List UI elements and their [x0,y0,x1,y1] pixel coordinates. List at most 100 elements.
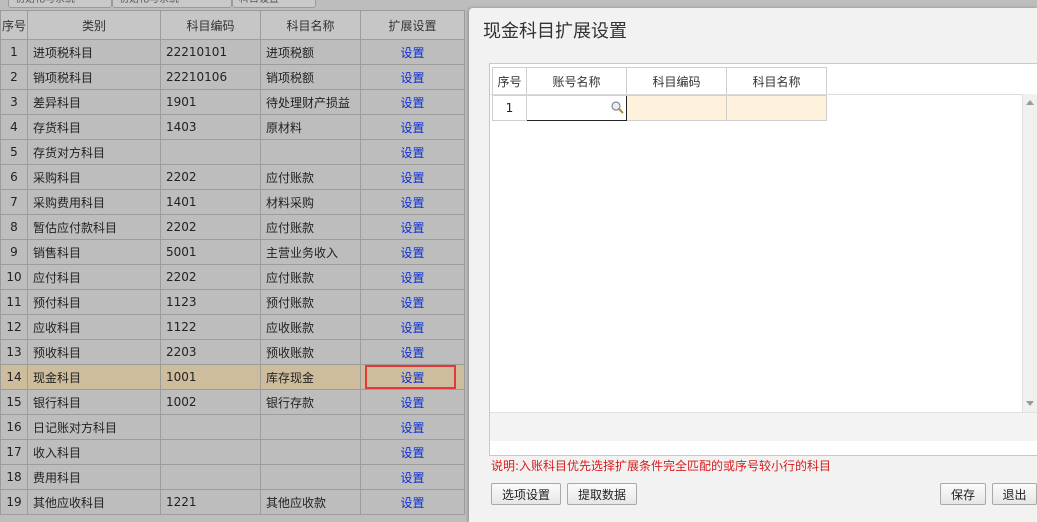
row-no: 13 [0,339,28,365]
table-row[interactable]: 13 预收科目 2203 预收账款 设置 [0,339,465,365]
table-row[interactable]: 6 采购科目 2202 应付账款 设置 [0,164,465,190]
row-code [160,439,261,465]
table-row[interactable]: 12 应收科目 1122 应收账款 设置 [0,314,465,340]
fetch-data-button[interactable]: 提取数据 [567,483,637,505]
row-code [160,464,261,490]
row-code: 22210106 [160,64,261,90]
row-code: 22210101 [160,39,261,65]
row-name [260,464,361,490]
setup-link[interactable]: 设置 [360,464,465,490]
tab-1[interactable]: 初始化与系统 [8,0,112,8]
row-category: 其他应收科目 [27,489,161,515]
options-button[interactable]: 选项设置 [491,483,561,505]
setup-link[interactable]: 设置 [360,114,465,140]
row-category: 预付科目 [27,289,161,315]
account-name-input[interactable] [526,95,627,121]
dialog-title: 现金科目扩展设置 [483,21,627,42]
table-row[interactable]: 2 销项税科目 22210106 销项税额 设置 [0,64,465,90]
tab-2[interactable]: 初始化与系统 [112,0,232,8]
row-code: 2202 [160,264,261,290]
row-no: 18 [0,464,28,490]
setup-link[interactable]: 设置 [360,139,465,165]
row-no: 10 [0,264,28,290]
row-name: 销项税额 [260,64,361,90]
tab-bar: 初始化与系统 初始化与系统 科目设置 [0,0,468,10]
row-no: 16 [0,414,28,440]
ext-col-subject-name: 科目名称 [726,67,827,96]
setup-link[interactable]: 设置 [360,89,465,115]
row-category: 存货对方科目 [27,139,161,165]
table-row[interactable]: 5 存货对方科目 设置 [0,139,465,165]
ext-row-no: 1 [492,95,527,121]
setup-link[interactable]: 设置 [360,264,465,290]
row-category: 采购科目 [27,164,161,190]
row-name: 其他应收款 [260,489,361,515]
setup-link[interactable]: 设置 [360,489,465,515]
setup-link[interactable]: 设置 [360,389,465,415]
table-row[interactable]: 16 日记账对方科目 设置 [0,414,465,440]
save-button[interactable]: 保存 [940,483,986,505]
table-row[interactable]: 19 其他应收科目 1221 其他应收款 设置 [0,489,465,515]
vertical-scrollbar[interactable] [1022,94,1037,412]
setup-link[interactable]: 设置 [360,189,465,215]
ext-col-subject-code: 科目编码 [626,67,727,96]
col-header-category: 类别 [27,10,161,40]
table-row[interactable]: 1 进项税科目 22210101 进项税额 设置 [0,39,465,65]
row-no: 2 [0,64,28,90]
row-no: 15 [0,389,28,415]
setup-link[interactable]: 设置 [360,339,465,365]
row-no: 3 [0,89,28,115]
row-no: 6 [0,164,28,190]
tab-subject-settings[interactable]: 科目设置 [232,0,316,8]
row-code [160,414,261,440]
table-row[interactable]: 15 银行科目 1002 银行存款 设置 [0,389,465,415]
setup-link[interactable]: 设置 [360,439,465,465]
setup-link[interactable]: 设置 [360,289,465,315]
scroll-up-icon[interactable] [1026,100,1034,105]
table-row[interactable]: 7 采购费用科目 1401 材料采购 设置 [0,189,465,215]
ext-col-no: 序号 [492,67,527,96]
row-no: 19 [0,489,28,515]
setup-link[interactable]: 设置 [360,39,465,65]
col-header-extension: 扩展设置 [360,10,465,40]
subject-name-cell[interactable] [726,95,827,121]
table-row[interactable]: 8 暂估应付款科目 2202 应付账款 设置 [0,214,465,240]
highlight-box [365,365,456,389]
table-row[interactable]: 4 存货科目 1403 原材料 设置 [0,114,465,140]
exit-button[interactable]: 退出 [992,483,1037,505]
row-category: 费用科目 [27,464,161,490]
setup-link[interactable]: 设置 [360,314,465,340]
row-no: 9 [0,239,28,265]
search-icon[interactable] [610,100,624,114]
row-code: 1001 [160,364,261,390]
table-row[interactable]: 18 费用科目 设置 [0,464,465,490]
extension-grid-panel: 序号 账号名称 科目编码 科目名称 1 [489,63,1037,456]
row-category: 存货科目 [27,114,161,140]
table-row[interactable]: 9 销售科目 5001 主营业务收入 设置 [0,239,465,265]
table-row[interactable]: 11 预付科目 1123 预付账款 设置 [0,289,465,315]
table-row[interactable]: 10 应付科目 2202 应付账款 设置 [0,264,465,290]
scroll-down-icon[interactable] [1026,401,1034,406]
row-category: 销项税科目 [27,64,161,90]
setup-link[interactable]: 设置 [360,164,465,190]
row-code: 1122 [160,314,261,340]
row-no: 14 [0,364,28,390]
row-name: 银行存款 [260,389,361,415]
subject-code-cell[interactable] [626,95,727,121]
setup-link[interactable]: 设置 [360,414,465,440]
setup-link[interactable]: 设置 [360,64,465,90]
table-row[interactable]: 3 差异科目 1901 待处理财产损益 设置 [0,89,465,115]
row-category: 暂估应付款科目 [27,214,161,240]
row-code: 1002 [160,389,261,415]
row-name: 主营业务收入 [260,239,361,265]
setup-link[interactable]: 设置 [360,214,465,240]
setup-link[interactable]: 设置 [360,239,465,265]
main-window-dimmed: 初始化与系统 初始化与系统 科目设置 序号 类别 科目编码 科目名称 扩展设置 … [0,0,468,522]
row-name [260,139,361,165]
row-category: 差异科目 [27,89,161,115]
table-row[interactable]: 17 收入科目 设置 [0,439,465,465]
row-name [260,414,361,440]
row-category: 预收科目 [27,339,161,365]
row-code: 2202 [160,164,261,190]
row-no: 17 [0,439,28,465]
